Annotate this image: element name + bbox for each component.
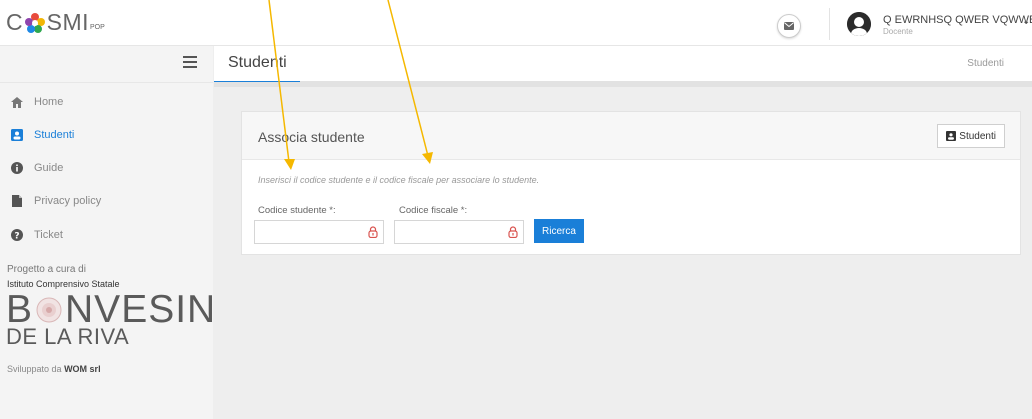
help-icon: ?	[10, 228, 24, 242]
svg-text:?: ?	[14, 231, 19, 241]
logo-letter: C	[6, 9, 23, 35]
student-icon	[10, 128, 24, 142]
school-emblem-icon	[36, 297, 62, 323]
card-title: Associa studente	[258, 129, 365, 145]
student-icon	[946, 131, 957, 141]
sidebar-item-studenti[interactable]: Studenti	[10, 125, 74, 145]
logo-suffix: POP	[90, 24, 105, 31]
menu-toggle-button[interactable]	[183, 56, 197, 68]
sidebar: Home Studenti Guide Privacy policy ? Tic…	[0, 46, 216, 419]
chevron-down-icon[interactable]: ⌄	[1022, 16, 1030, 27]
sidebar-item-label: Ticket	[34, 229, 63, 241]
instructions-text: Inserisci il codice studente e il codice…	[258, 175, 540, 185]
top-divider	[829, 8, 830, 40]
home-icon	[10, 95, 24, 109]
app-logo[interactable]: C SMI POP	[6, 10, 105, 34]
lock-icon	[508, 226, 518, 238]
developed-by-text: Sviluppato da	[7, 364, 62, 374]
sidebar-item-label: Studenti	[34, 129, 75, 141]
tax-code-input[interactable]	[394, 220, 524, 244]
sidebar-item-home[interactable]: Home	[10, 92, 63, 112]
sidebar-divider	[0, 82, 213, 83]
sidebar-item-guide[interactable]: Guide	[10, 158, 63, 178]
user-name[interactable]: Q EWRNHSQ QWER VQWWER	[883, 14, 1032, 26]
developer-name: WOM srl	[64, 364, 101, 374]
students-button-label: Studenti	[959, 130, 996, 142]
header-shadow	[214, 82, 1032, 87]
student-code-label: Codice studente *:	[258, 205, 336, 216]
info-icon	[10, 161, 24, 175]
content-header: Studenti Studenti	[214, 46, 1032, 84]
student-code-input[interactable]	[254, 220, 384, 244]
sidebar-item-label: Privacy policy	[34, 195, 102, 207]
page-title: Studenti	[228, 54, 287, 71]
breadcrumb[interactable]: Studenti	[967, 58, 1004, 69]
sidebar-item-label: Guide	[34, 162, 64, 174]
school-logo: B NVESIN DE LA RIVA	[6, 290, 216, 348]
sidebar-item-label: Home	[34, 96, 64, 108]
mail-icon	[784, 22, 794, 30]
project-by-text: Progetto a cura di	[7, 264, 86, 275]
user-avatar-icon	[847, 12, 871, 36]
students-button[interactable]: Studenti	[937, 124, 1005, 148]
sidebar-item-ticket[interactable]: ? Ticket	[10, 225, 63, 245]
associate-student-card: Associa studente Studenti Inserisci il c…	[241, 111, 1021, 255]
user-role: Docente	[883, 27, 913, 36]
sidebar-item-privacy[interactable]: Privacy policy	[10, 191, 101, 211]
tax-code-label: Codice fiscale *:	[399, 205, 468, 216]
lock-icon	[368, 226, 378, 238]
logo-flower-icon	[24, 13, 45, 33]
avatar[interactable]	[847, 12, 871, 36]
card-header: Associa studente Studenti	[242, 112, 1020, 160]
messages-button[interactable]	[777, 14, 801, 38]
search-button[interactable]: Ricerca	[534, 219, 584, 243]
logo-text: SMI	[46, 9, 90, 35]
developer-credit: Sviluppato da WOM srl	[7, 364, 101, 374]
top-bar: C SMI POP Q EWRNHSQ QWER VQWWER Docente …	[0, 0, 1032, 46]
document-icon	[10, 194, 24, 208]
